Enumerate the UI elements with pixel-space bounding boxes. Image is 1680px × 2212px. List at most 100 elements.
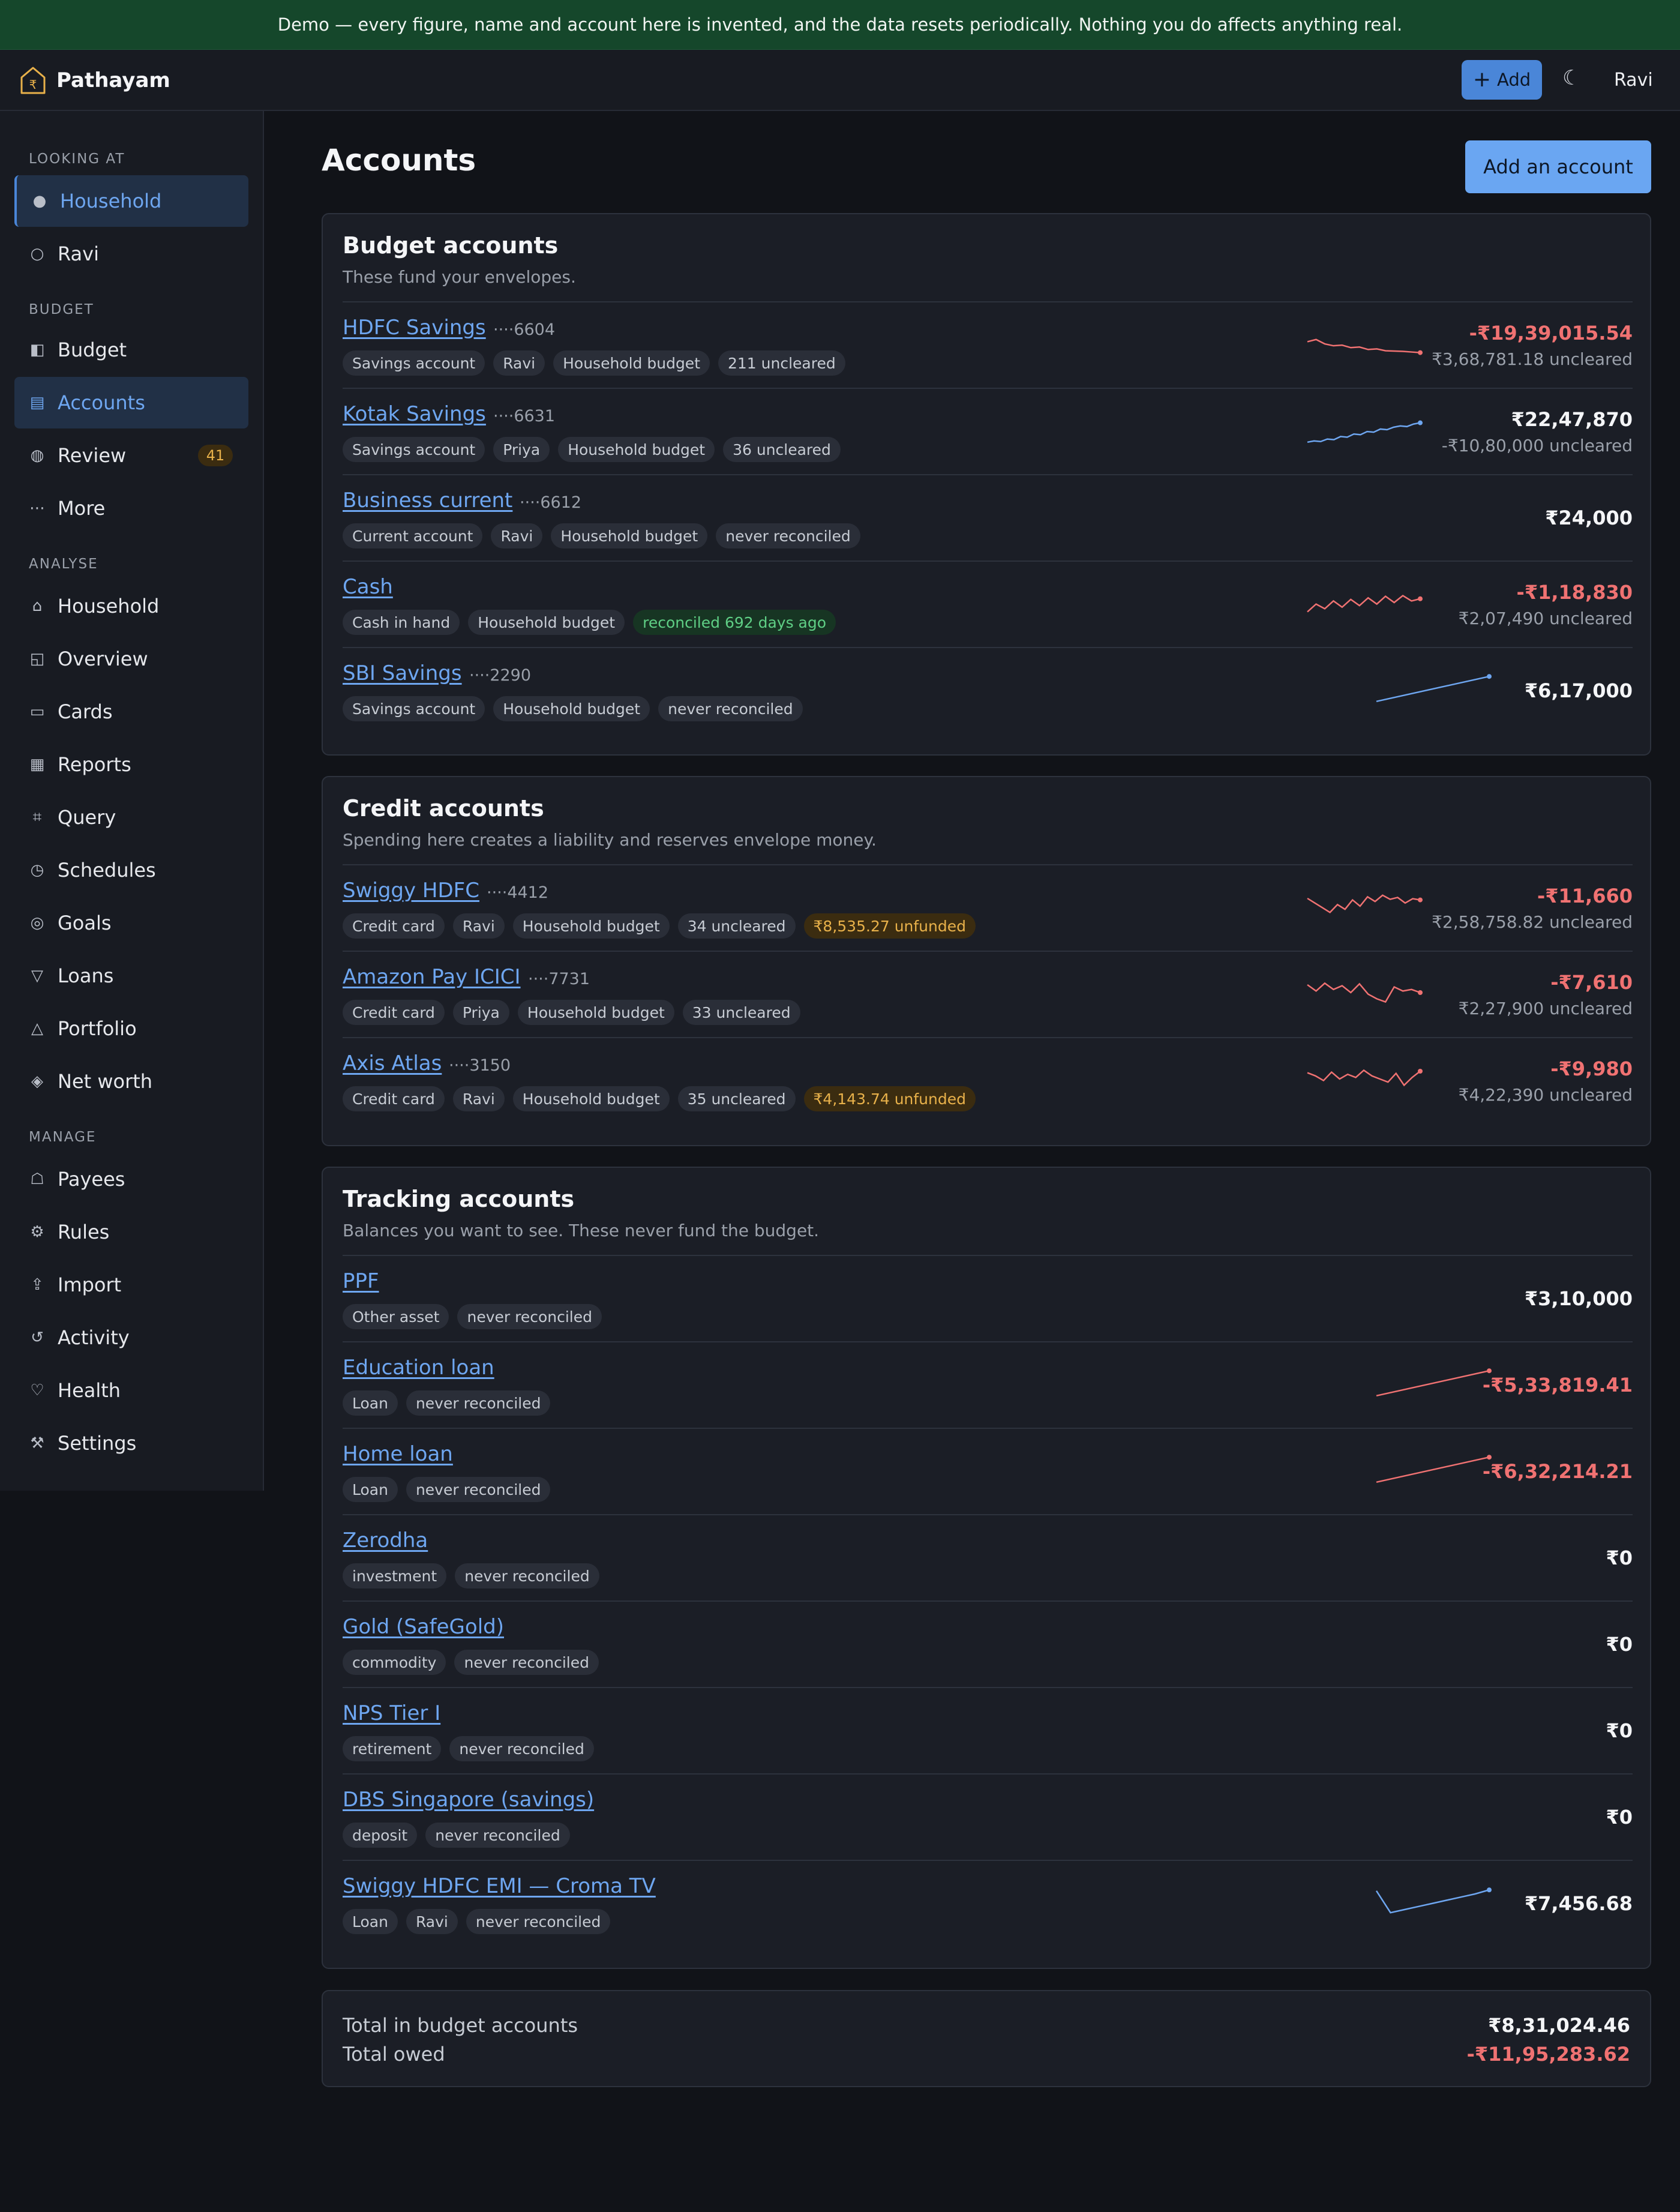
moon-icon[interactable]: ☾ <box>1562 66 1580 90</box>
total-budget-value: ₹8,31,024.46 <box>1488 2014 1630 2037</box>
total-owed-label: Total owed <box>343 2043 445 2066</box>
account-name-link[interactable]: Gold (SafeGold) <box>343 1615 504 1639</box>
sidebar-item-loans[interactable]: ▽ Loans <box>14 950 248 1002</box>
sparkline-path <box>1307 338 1421 353</box>
account-name-link[interactable]: Home loan <box>343 1442 453 1466</box>
user-menu[interactable]: Ravi <box>1614 70 1653 91</box>
account-balance: ₹24,000 <box>1545 506 1633 529</box>
tools-icon: ⚒ <box>30 1434 44 1452</box>
budget-accounts-card: Budget accounts These fund your envelope… <box>322 213 1651 756</box>
sidebar-item-schedules[interactable]: ◷ Schedules <box>14 844 248 896</box>
sidebar-section-manage: MANAGE <box>29 1129 97 1145</box>
sidebar-item-portfolio[interactable]: △ Portfolio <box>14 1003 248 1054</box>
account-name-link[interactable]: HDFC Savings <box>343 316 486 340</box>
accounts-icon: ▤ <box>29 394 45 412</box>
refresh-icon: ↺ <box>31 1329 44 1347</box>
card-title: Budget accounts <box>343 232 559 259</box>
account-tag: Credit card <box>343 1086 445 1111</box>
account-row: Zerodha investment never reconciled ₹0 <box>343 1514 1633 1600</box>
sidebar-item-label: Rules <box>58 1221 110 1243</box>
sidebar-item-budget[interactable]: ◧ Budget <box>14 324 248 376</box>
account-name-link[interactable]: Cash <box>343 575 393 599</box>
sidebar-item-overview[interactable]: ◱ Overview <box>14 633 248 685</box>
sidebar-item-health[interactable]: ♡ Health <box>14 1365 248 1416</box>
budget-icon: ◧ <box>29 341 45 359</box>
account-tag: Priya <box>452 1000 509 1025</box>
card-subtitle: Spending here creates a liability and re… <box>343 830 877 850</box>
sidebar-item-net-worth[interactable]: ◈ Net worth <box>14 1056 248 1107</box>
account-tags: deposit never reconciled <box>343 1823 570 1848</box>
sidebar-section-budget: BUDGET <box>29 302 94 317</box>
sidebar-item-activity[interactable]: ↺ Activity <box>14 1312 248 1363</box>
uncleared-amount: -₹10,80,000 uncleared <box>1441 436 1633 455</box>
sidebar-item-more[interactable]: ⋯ More <box>14 482 248 534</box>
demo-banner: Demo — every figure, name and account he… <box>0 0 1680 50</box>
account-row: DBS Singapore (savings) deposit never reco… <box>343 1773 1633 1860</box>
account-name-link[interactable]: PPF <box>343 1269 379 1293</box>
add-account-button[interactable]: Add an account <box>1465 140 1651 193</box>
sidebar-item-household-scope[interactable]: ● Household <box>14 175 248 227</box>
account-tag: Household budget <box>517 1000 674 1025</box>
sidebar-item-label: Import <box>58 1273 122 1296</box>
sidebar-item-ravi-scope[interactable]: ○ Ravi <box>14 228 248 280</box>
account-name-link[interactable]: Swiggy HDFC <box>343 879 479 903</box>
account-name-link[interactable]: Zerodha <box>343 1528 428 1552</box>
sparkline-path <box>1376 1369 1490 1397</box>
sidebar-item-goals[interactable]: ◎ Goals <box>14 897 248 949</box>
account-tag: Loan <box>343 1390 398 1416</box>
sidebar-item-query[interactable]: ⌗ Query <box>14 792 248 843</box>
account-tags: Credit card Priya Household budget 33 uncle… <box>343 1000 800 1025</box>
balance-sparkline <box>1307 1069 1423 1087</box>
balance-sparkline <box>1307 982 1423 1003</box>
account-tags: Savings account Ravi Household budget 211 u… <box>343 350 845 376</box>
account-name-link[interactable]: NPS Tier I <box>343 1701 440 1725</box>
account-row: Axis Atlas ····3150 Credit card Ravi Househo… <box>343 1037 1633 1123</box>
account-tag: Ravi <box>452 1086 505 1111</box>
uncleared-amount: ₹3,68,781.18 uncleared <box>1432 349 1633 369</box>
sidebar-item-reports[interactable]: ▦ Reports <box>14 739 248 790</box>
sidebar-item-accounts[interactable]: ▤ Accounts <box>14 377 248 428</box>
sidebar-item-review[interactable]: ◍ Review 41 <box>14 430 248 481</box>
sparkline-end-point <box>1418 990 1423 995</box>
tracking-accounts-card: Tracking accounts Balances you want to s… <box>322 1167 1651 1969</box>
sidebar-item-import[interactable]: ⇪ Import <box>14 1259 248 1311</box>
sidebar-item-cards[interactable]: ▭ Cards <box>14 686 248 738</box>
uncleared-amount: ₹2,58,758.82 uncleared <box>1432 912 1633 932</box>
sparkline-end-point <box>1418 1069 1423 1074</box>
account-name-link[interactable]: Swiggy HDFC EMI — Croma TV <box>343 1874 656 1898</box>
account-balance: -₹5,33,819.41 <box>1482 1374 1633 1396</box>
account-name-link[interactable]: SBI Savings <box>343 661 462 685</box>
account-tag: Savings account <box>343 437 485 462</box>
brand[interactable]: ₹ Pathayam <box>19 65 170 95</box>
account-name-link[interactable]: Education loan <box>343 1356 494 1380</box>
account-tag: never reconciled <box>466 1909 611 1934</box>
demo-banner-text: Demo — every figure, name and account he… <box>277 14 1403 35</box>
sidebar-section-analyse: ANALYSE <box>29 556 98 572</box>
account-name-link[interactable]: Amazon Pay ICICI <box>343 965 521 989</box>
account-tags: Savings account Household budget never rec… <box>343 696 803 721</box>
account-tag: 34 uncleared <box>677 913 796 939</box>
sidebar-section-looking-at: LOOKING AT <box>29 151 125 167</box>
overview-icon: ◱ <box>29 650 45 668</box>
sidebar-item-household[interactable]: ⌂ Household <box>14 580 248 632</box>
account-tag: never reconciled <box>455 1563 599 1588</box>
account-name-link[interactable]: Axis Atlas <box>343 1051 442 1075</box>
account-row: NPS Tier I retirement never reconciled ₹0 <box>343 1687 1633 1773</box>
target-icon: ◎ <box>30 914 44 932</box>
sparkline-path <box>1307 982 1421 1003</box>
account-name-link[interactable]: Kotak Savings <box>343 402 486 426</box>
account-number-mask: ····6612 <box>520 493 582 512</box>
account-tag: 35 uncleared <box>677 1086 796 1111</box>
sidebar-item-settings[interactable]: ⚒ Settings <box>14 1417 248 1469</box>
add-button[interactable]: + Add <box>1462 60 1542 100</box>
payee-icon: ☖ <box>30 1170 44 1188</box>
rupee-house-logo-icon: ₹ <box>20 67 46 94</box>
sidebar-item-label: Goals <box>58 912 112 934</box>
sidebar-item-rules[interactable]: ⚙ Rules <box>14 1206 248 1258</box>
account-row: SBI Savings ····2290 Savings account Househ… <box>343 647 1633 733</box>
account-name-link[interactable]: DBS Singapore (savings) <box>343 1788 594 1812</box>
account-name-link[interactable]: Business current <box>343 488 512 512</box>
balance-sparkline <box>1307 894 1423 913</box>
sparkline-path <box>1307 595 1421 613</box>
sidebar-item-payees[interactable]: ☖ Payees <box>14 1153 248 1205</box>
